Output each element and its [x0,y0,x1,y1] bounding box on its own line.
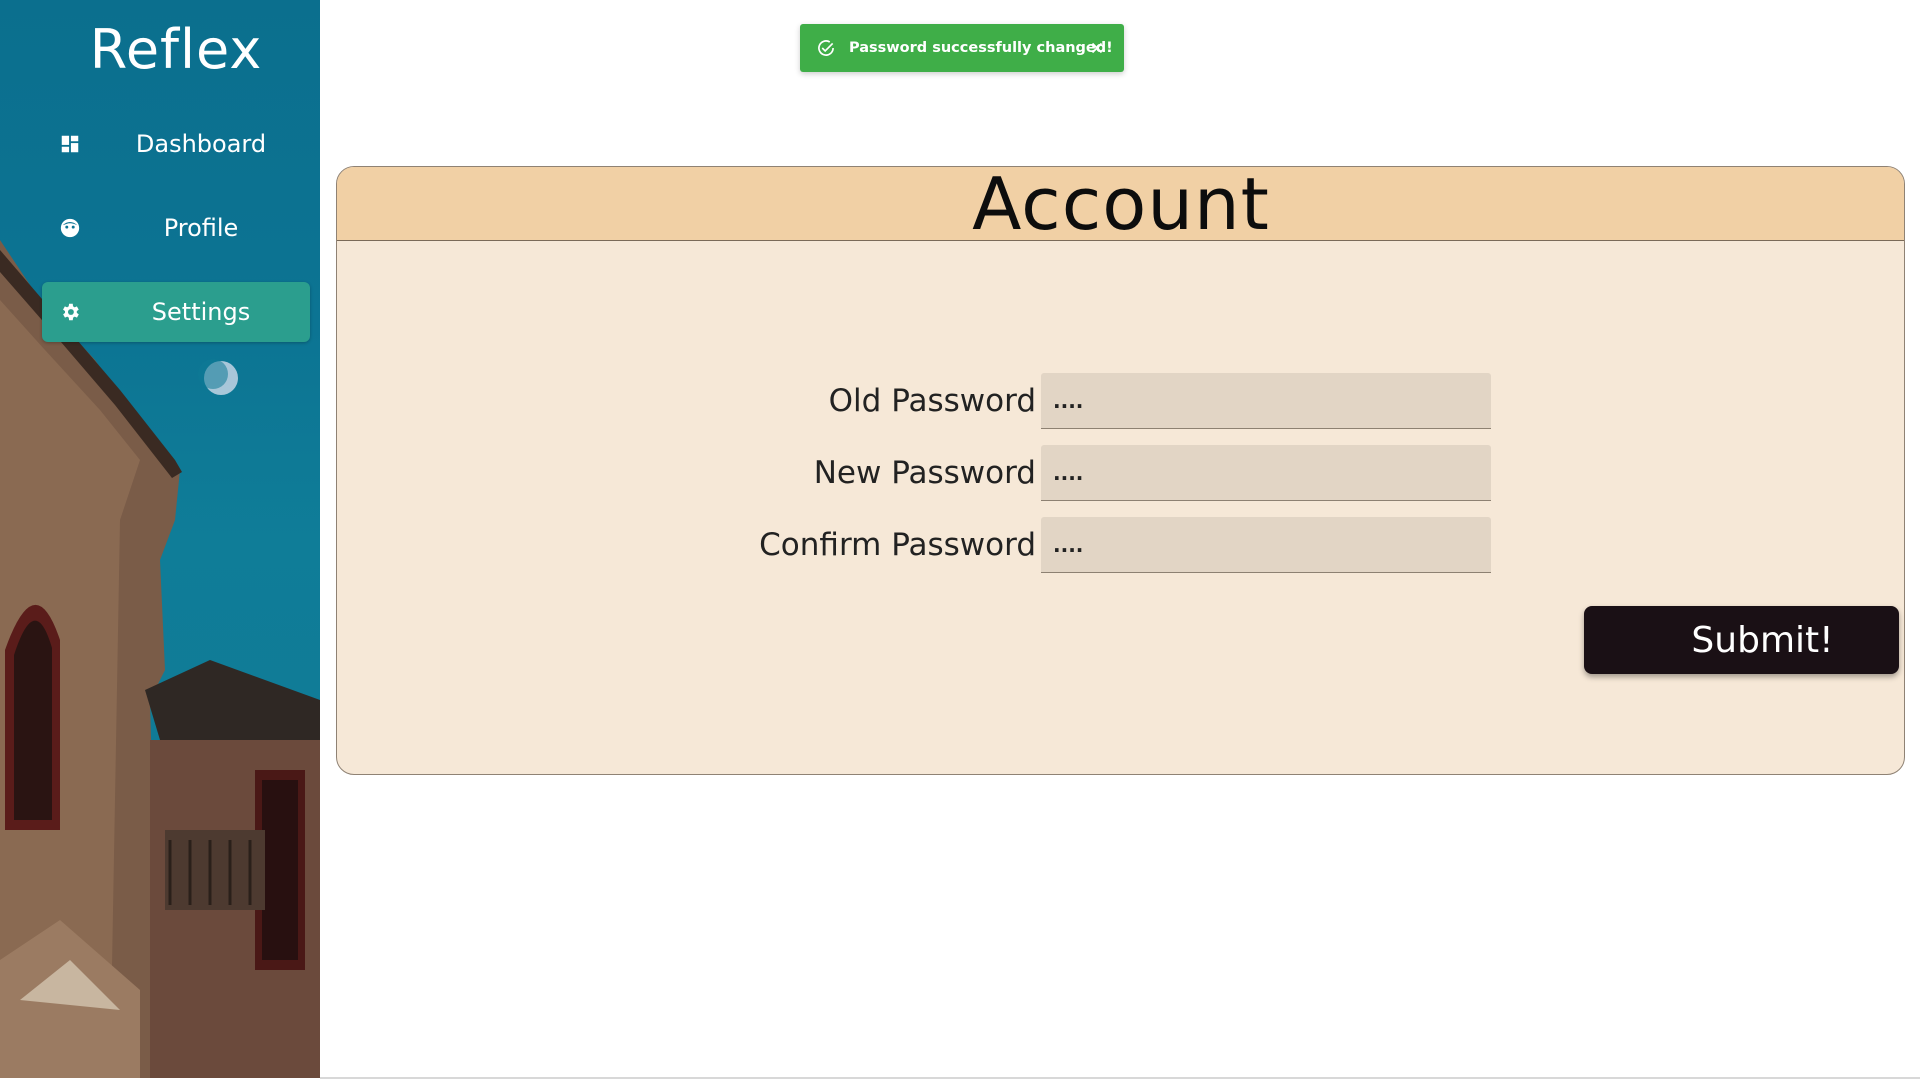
account-card-header: Account [337,167,1904,241]
close-icon[interactable] [1088,39,1106,57]
page-title: Account [972,166,1270,246]
brand-logo: Reflex [89,18,263,81]
new-password-label: New Password [813,455,1036,491]
divider [320,1077,1920,1079]
submit-button[interactable]: Submit! [1584,606,1899,674]
success-toast: Password successfully changed! [800,24,1124,72]
old-password-input[interactable] [1041,373,1491,429]
sidebar-item-label: Dashboard [135,130,267,158]
sidebar-item-dashboard[interactable]: Dashboard [42,114,310,174]
toast-message: Password successfully changed! [849,40,1113,56]
sidebar: Reflex Dashboard Profile Settings [0,0,320,1078]
confirm-password-input[interactable] [1041,517,1491,573]
old-password-label: Old Password [828,383,1036,419]
new-password-input[interactable] [1041,445,1491,501]
face-icon [60,218,80,238]
gear-icon [63,303,79,321]
check-circle-icon [818,40,834,56]
sidebar-item-profile[interactable]: Profile [42,198,310,258]
sidebar-item-settings[interactable]: Settings [42,282,310,342]
sidebar-item-label: Settings [151,298,251,326]
account-card: Account Old Password New Password Confir… [336,166,1905,775]
sidebar-item-label: Profile [163,214,239,242]
confirm-password-label: Confirm Password [759,527,1036,563]
dashboard-icon [61,135,79,153]
